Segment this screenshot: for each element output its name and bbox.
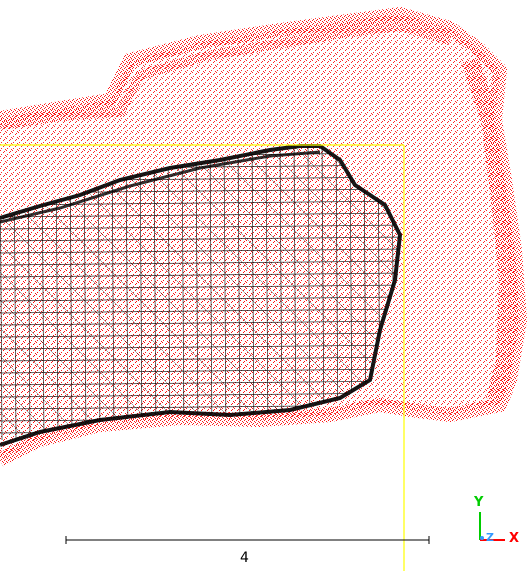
scale-bar — [65, 536, 430, 544]
z-axis-icon — [480, 536, 484, 540]
3d-viewport[interactable]: 4 Y Z X — [0, 0, 528, 571]
scene-canvas[interactable] — [0, 0, 528, 571]
y-axis-label: Y — [474, 495, 484, 510]
x-axis-label: X — [509, 531, 520, 546]
scale-bar-label: 4 — [240, 550, 249, 566]
z-axis-label: Z — [486, 531, 494, 544]
